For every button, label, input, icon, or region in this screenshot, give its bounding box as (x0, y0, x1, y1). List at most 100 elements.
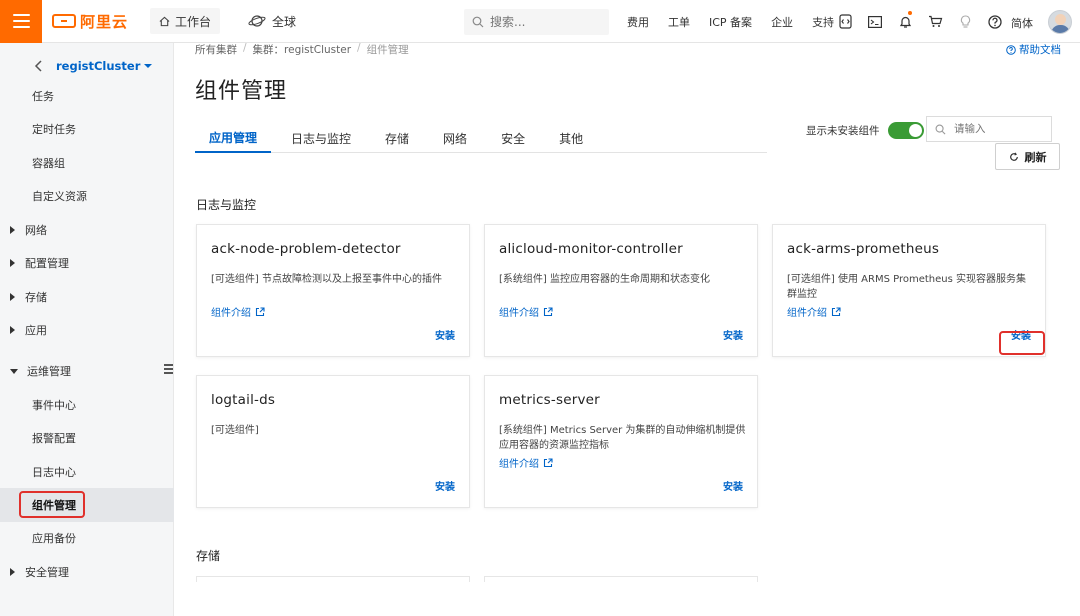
caret-right-icon (10, 259, 15, 267)
home-icon (159, 16, 170, 26)
show-uninstalled-switch[interactable] (887, 122, 924, 139)
addon-description: [可选组件] 节点故障检测以及上报至事件中心的插件 (211, 274, 442, 285)
tab-network[interactable]: 网络 (429, 123, 481, 153)
nav-icp[interactable]: ICP 备案 (709, 14, 752, 30)
addon-description: [系统组件] 监控应用容器的生命周期和状态变化 (499, 274, 710, 285)
sidebar-item-app-backup[interactable]: 应用备份 (0, 523, 174, 553)
addon-card: metrics-server [系统组件] Metrics Server 为集群… (484, 375, 758, 508)
search-icon (472, 16, 484, 28)
help-doc-link[interactable]: 帮助文档 (1006, 42, 1061, 57)
external-link-icon (543, 457, 553, 467)
nav-ticket[interactable]: 工单 (668, 14, 690, 30)
highlight-box (19, 491, 85, 518)
terminal-icon[interactable] (860, 0, 890, 43)
notification-dot (908, 11, 912, 15)
addon-intro-link[interactable]: 组件介绍 (499, 455, 553, 470)
addon-name: logtail-ds (211, 392, 276, 408)
addon-name: ack-node-problem-detector (211, 241, 401, 257)
addon-name: metrics-server (499, 392, 600, 408)
sidebar-group-apps[interactable]: 应用 (0, 315, 174, 345)
logo-text: 阿里云 (80, 12, 129, 31)
addon-name: ack-arms-prometheus (787, 241, 940, 257)
install-button[interactable]: 安装 (723, 327, 743, 342)
sidebar-item-custom-resources[interactable]: 自定义资源 (0, 181, 174, 211)
tab-logging-monitoring[interactable]: 日志与监控 (277, 123, 365, 153)
external-link-icon (543, 306, 553, 316)
sidebar-group-config[interactable]: 配置管理 (0, 248, 174, 278)
sidebar-group-security[interactable]: 安全管理 (0, 557, 174, 587)
section-title-logging: 日志与监控 (196, 198, 257, 212)
user-avatar[interactable] (1048, 10, 1072, 34)
sidebar-item-label: 应用 (25, 324, 47, 337)
chevron-down-icon (144, 64, 153, 68)
sidebar-item-event-center[interactable]: 事件中心 (0, 390, 174, 420)
cart-icon[interactable] (920, 0, 950, 43)
globe-icon (248, 15, 266, 27)
sidebar: registCluster 任务 定时任务 容器组 自定义资源 网络 配置管理 … (0, 43, 174, 616)
filter-box[interactable] (926, 116, 1052, 142)
menu-icon[interactable] (0, 0, 42, 43)
global-search[interactable] (464, 9, 609, 35)
addon-intro-label: 组件介绍 (211, 308, 251, 319)
refresh-icon (1009, 151, 1018, 161)
install-button[interactable]: 安装 (435, 478, 455, 493)
language-switch[interactable]: 简体 (1011, 15, 1033, 31)
filter-input[interactable] (954, 123, 1044, 135)
sidebar-item-label: 安全管理 (25, 566, 69, 579)
sidebar-item-cronjobs[interactable]: 定时任务 (0, 114, 174, 144)
search-input[interactable] (490, 15, 600, 29)
refresh-button[interactable]: 刷新 (995, 143, 1060, 170)
breadcrumb-separator: / (357, 42, 361, 54)
sidebar-item-log-center[interactable]: 日志中心 (0, 457, 174, 487)
sidebar-item-label: 日志中心 (32, 466, 76, 479)
bell-icon[interactable] (890, 0, 920, 43)
tab-other[interactable]: 其他 (545, 123, 597, 153)
top-icons (830, 0, 1010, 43)
nav-enterprise[interactable]: 企业 (771, 14, 793, 30)
tab-storage[interactable]: 存储 (371, 123, 423, 153)
breadcrumb-current: 组件管理 (366, 44, 409, 56)
sidebar-group-operations[interactable]: 运维管理 (0, 356, 174, 386)
sidebar-item-alert-config[interactable]: 报警配置 (0, 423, 174, 453)
addon-intro-link[interactable]: 组件介绍 (211, 304, 265, 319)
back-icon[interactable] (34, 60, 44, 72)
cluster-switcher[interactable]: registCluster (0, 53, 174, 79)
external-link-icon (831, 306, 841, 316)
tab-app-management[interactable]: 应用管理 (195, 123, 272, 153)
page-title: 组件管理 (195, 79, 288, 104)
breadcrumb-all-clusters[interactable]: 所有集群 (195, 42, 237, 57)
addon-card-partial (196, 576, 470, 582)
top-bar: 阿里云 工作台 全球 费用 工单 ICP 备案 企业 支持 简体 (0, 0, 1080, 43)
workbench-button[interactable]: 工作台 (150, 8, 220, 34)
main-content: 所有集群 / 集群：registCluster / 组件管理 帮助文档 组件管理… (175, 42, 1080, 616)
region-selector[interactable]: 全球 (248, 13, 296, 30)
top-nav: 费用 工单 ICP 备案 企业 支持 (627, 0, 853, 43)
help-icon[interactable] (980, 0, 1010, 43)
help-doc-label: 帮助文档 (1019, 44, 1061, 56)
help-circle-icon (1006, 44, 1016, 55)
addon-intro-link[interactable]: 组件介绍 (499, 304, 553, 319)
nav-billing[interactable]: 费用 (627, 14, 649, 30)
addon-intro-label: 组件介绍 (787, 308, 827, 319)
caret-right-icon (10, 326, 15, 334)
code-icon[interactable] (830, 0, 860, 43)
highlight-box (999, 331, 1045, 355)
sidebar-group-storage[interactable]: 存储 (0, 282, 174, 312)
cluster-name[interactable]: registCluster (56, 59, 140, 73)
bulb-icon[interactable] (950, 0, 980, 43)
sidebar-item-jobs[interactable]: 任务 (0, 81, 174, 111)
addon-intro-link[interactable]: 组件介绍 (787, 304, 841, 319)
breadcrumb-cluster[interactable]: 集群：registCluster (253, 42, 351, 57)
addon-name: alicloud-monitor-controller (499, 241, 683, 257)
tab-security[interactable]: 安全 (487, 123, 539, 153)
caret-right-icon (10, 568, 15, 576)
install-button[interactable]: 安装 (723, 478, 743, 493)
show-uninstalled-control: 显示未安装组件 (806, 122, 924, 139)
aliyun-logo[interactable]: 阿里云 (52, 0, 132, 43)
install-button[interactable]: 安装 (435, 327, 455, 342)
addon-card: ack-node-problem-detector [可选组件] 节点故障检测以… (196, 224, 470, 357)
addon-card-partial (484, 576, 758, 582)
sidebar-group-network[interactable]: 网络 (0, 215, 174, 245)
sidebar-item-pods[interactable]: 容器组 (0, 148, 174, 178)
sidebar-item-label: 应用备份 (32, 532, 76, 545)
